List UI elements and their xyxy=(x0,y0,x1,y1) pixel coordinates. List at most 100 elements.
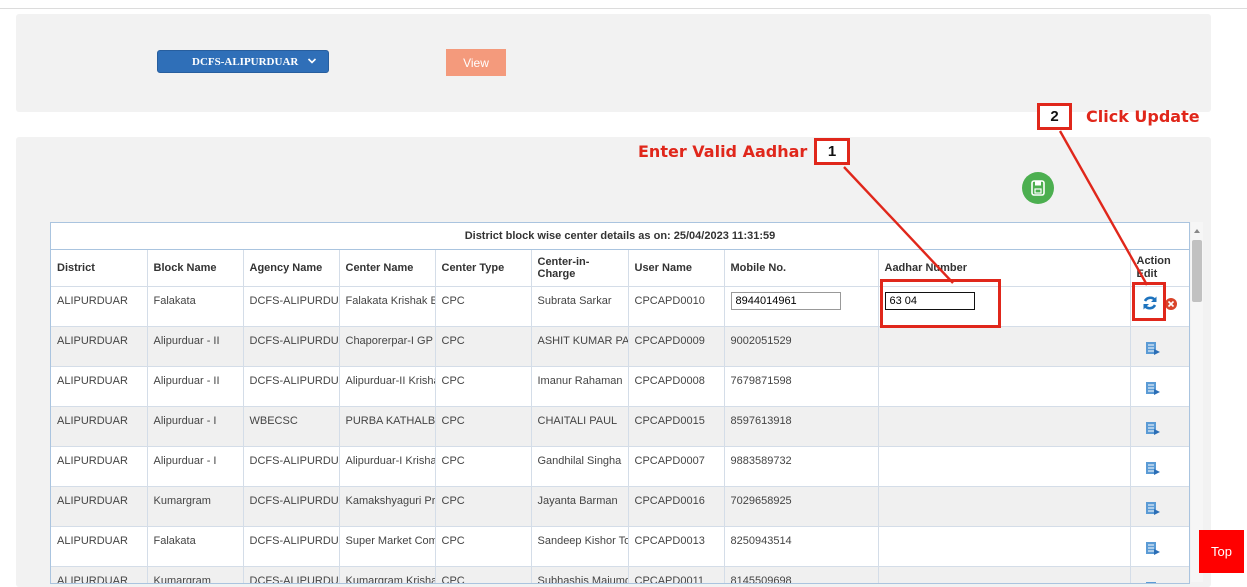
table-scrollbar-thumb[interactable] xyxy=(1192,240,1202,302)
cell-mobile: 9002051529 xyxy=(724,326,879,367)
header-agency-name: Agency Name xyxy=(243,250,340,287)
cell-mobile: 8597613918 xyxy=(724,406,879,447)
cell-user: CPCAPD0016 xyxy=(628,486,725,527)
cell-agency: WBECSC xyxy=(243,406,340,447)
edit-icon[interactable] xyxy=(1145,540,1161,556)
table-row: ALIPURDUAR Alipurduar - II DCFS-ALIPURDU… xyxy=(51,326,1189,367)
cell-agency: DCFS-ALIPURDUAF xyxy=(243,366,340,407)
update-refresh-icon[interactable] xyxy=(1141,294,1159,312)
mobile-input[interactable] xyxy=(730,292,841,310)
cell-center: Super Market Compl xyxy=(339,526,436,567)
edit-icon[interactable] xyxy=(1145,580,1161,584)
cell-user: CPCAPD0009 xyxy=(628,326,725,367)
cell-agency: DCFS-ALIPURDUAF xyxy=(243,446,340,487)
cell-aadhar xyxy=(878,566,1131,583)
district-select[interactable]: DCFS-ALIPURDUAR xyxy=(157,50,329,73)
annotation-step1-number: 1 xyxy=(814,138,850,165)
aadhar-input[interactable] xyxy=(884,292,975,310)
cancel-icon[interactable] xyxy=(1164,298,1177,310)
edit-icon[interactable] xyxy=(1145,380,1161,396)
cell-district: ALIPURDUAR xyxy=(51,406,148,447)
header-mobile-no: Mobile No. xyxy=(724,250,879,287)
cell-user: CPCAPD0010 xyxy=(628,286,725,327)
cell-agency: DCFS-ALIPURDUAF xyxy=(243,526,340,567)
cell-mobile: 8250943514 xyxy=(724,526,879,567)
cell-aadhar xyxy=(878,526,1131,567)
edit-icon[interactable] xyxy=(1145,460,1161,476)
table-row: ALIPURDUAR Kumargram DCFS-ALIPURDUAF Kum… xyxy=(51,566,1189,584)
cell-type: CPC xyxy=(435,566,532,583)
cell-district: ALIPURDUAR xyxy=(51,326,148,367)
cell-in-charge: Imanur Rahaman xyxy=(531,366,629,407)
cell-agency: DCFS-ALIPURDUAF xyxy=(243,566,340,583)
cell-user: CPCAPD0008 xyxy=(628,366,725,407)
cell-in-charge: Sandeep Kishor Top xyxy=(531,526,629,567)
cell-action xyxy=(1130,326,1189,367)
table-row: ALIPURDUAR Alipurduar - II DCFS-ALIPURDU… xyxy=(51,366,1189,407)
cell-district: ALIPURDUAR xyxy=(51,526,148,567)
cell-aadhar xyxy=(878,286,1131,327)
cell-center: Falakata Krishak Baz xyxy=(339,286,436,327)
cell-block: Falakata xyxy=(147,526,244,567)
cell-mobile xyxy=(724,286,879,327)
view-button[interactable]: View xyxy=(446,49,506,76)
edit-icon[interactable] xyxy=(1145,420,1161,436)
floppy-disk-icon xyxy=(1031,180,1045,196)
cell-in-charge: CHAITALI PAUL xyxy=(531,406,629,447)
header-center-type: Center Type xyxy=(435,250,532,287)
cell-type: CPC xyxy=(435,446,532,487)
cell-mobile: 9883589732 xyxy=(724,446,879,487)
cell-in-charge: Gandhilal Singha xyxy=(531,446,629,487)
table-row: ALIPURDUAR Kumargram DCFS-ALIPURDUAF Kam… xyxy=(51,486,1189,527)
annotation-step1-text: Enter Valid Aadhar no xyxy=(638,142,836,161)
cell-center: Kamakshyaguri Princ xyxy=(339,486,436,527)
header-center-in-charge: Center-in-Charge xyxy=(531,250,629,287)
chevron-down-icon xyxy=(307,58,317,64)
cell-block: Kumargram xyxy=(147,486,244,527)
cell-action xyxy=(1130,366,1189,407)
cell-district: ALIPURDUAR xyxy=(51,486,148,527)
cell-district: ALIPURDUAR xyxy=(51,446,148,487)
header-action-edit: Edit xyxy=(1136,268,1158,280)
header-district: District xyxy=(51,250,148,287)
cell-district: ALIPURDUAR xyxy=(51,286,148,327)
header-block-name: Block Name xyxy=(147,250,244,287)
cell-district: ALIPURDUAR xyxy=(51,366,148,407)
cell-user: CPCAPD0007 xyxy=(628,446,725,487)
table-row: ALIPURDUAR Alipurduar - I DCFS-ALIPURDU A… xyxy=(51,446,1189,487)
cell-action xyxy=(1130,406,1189,447)
save-icon[interactable] xyxy=(1022,172,1054,204)
cell-agency: DCFS-ALIPURDUAF xyxy=(243,326,340,367)
cell-block: Kumargram xyxy=(147,566,244,583)
cell-center: Alipurduar-I Krishak I xyxy=(339,446,436,487)
edit-icon[interactable] xyxy=(1145,500,1161,516)
cell-agency: DCFS-ALIPURDUAF xyxy=(243,486,340,527)
cell-aadhar xyxy=(878,366,1131,407)
header-action: Action Edit xyxy=(1130,250,1189,287)
cell-center: PURBA KATHALBAF xyxy=(339,406,436,447)
cell-aadhar xyxy=(878,486,1131,527)
scroll-to-top-button[interactable]: Top xyxy=(1199,530,1244,573)
cell-aadhar xyxy=(878,406,1131,447)
cell-block: Alipurduar - II xyxy=(147,326,244,367)
cell-center: Kumargram Krishak xyxy=(339,566,436,583)
cell-type: CPC xyxy=(435,366,532,407)
cell-in-charge: Subhashis Majumde xyxy=(531,566,629,583)
cell-action xyxy=(1130,286,1189,327)
cell-in-charge: Subrata Sarkar xyxy=(531,286,629,327)
cell-block: Falakata xyxy=(147,286,244,327)
header-center-name: Center Name xyxy=(339,250,436,287)
cell-center: Chaporerpar-I GP Of xyxy=(339,326,436,367)
edit-icon[interactable] xyxy=(1145,340,1161,356)
cell-user: CPCAPD0013 xyxy=(628,526,725,567)
scroll-up-arrow-icon[interactable] xyxy=(1194,229,1200,233)
header-user-name: User Name xyxy=(628,250,725,287)
cell-mobile: 8145509698 xyxy=(724,566,879,583)
header-aadhar-number: Aadhar Number xyxy=(878,250,1131,287)
cell-type: CPC xyxy=(435,486,532,527)
cell-block: Alipurduar - I xyxy=(147,406,244,447)
cell-type: CPC xyxy=(435,406,532,447)
cell-mobile: 7029658925 xyxy=(724,486,879,527)
cell-aadhar xyxy=(878,326,1131,367)
annotation-step2-number: 2 xyxy=(1037,103,1072,130)
